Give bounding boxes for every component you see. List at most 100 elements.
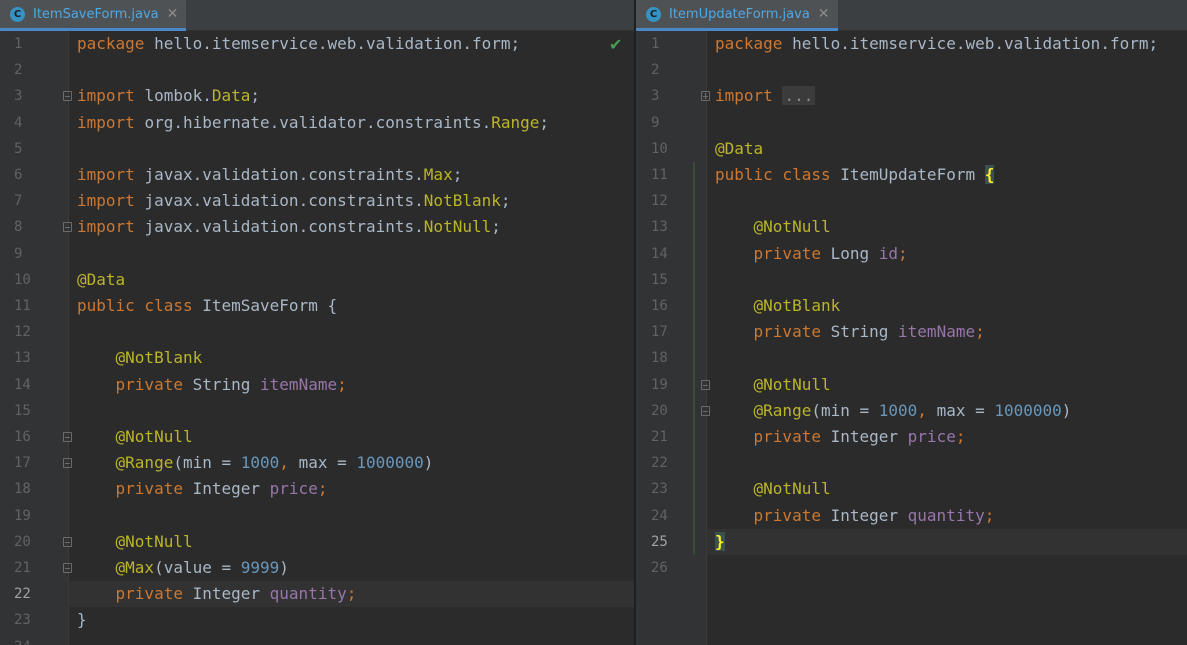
code-text: @Range(min = 1000, max = 1000000) xyxy=(715,398,1072,424)
code-line[interactable]: 15 xyxy=(0,398,634,424)
code-line[interactable]: 1 package hello.itemservice.web.validatio… xyxy=(636,31,1187,57)
code-line[interactable]: 9 xyxy=(636,110,1187,136)
code-line[interactable]: 10 @Data xyxy=(0,267,634,293)
code-line[interactable]: 24 xyxy=(0,634,634,645)
line-number: 25 xyxy=(651,533,668,550)
fold-collapse-icon[interactable] xyxy=(63,432,72,442)
code-token: ; xyxy=(975,322,985,342)
code-line[interactable]: 16 @NotNull xyxy=(0,424,634,450)
tab-item-update-form[interactable]: C ItemUpdateForm.java ✕ xyxy=(636,0,838,31)
code-line[interactable]: 13 @NotNull xyxy=(636,214,1187,240)
fold-collapse-icon[interactable] xyxy=(63,536,72,547)
fold-collapse-icon[interactable] xyxy=(63,458,72,469)
code-token: 1000000 xyxy=(994,400,1062,420)
code-line[interactable]: 14 private String itemName; xyxy=(0,372,634,398)
code-line[interactable]: 22 private Integer quantity; xyxy=(14,581,634,608)
code-line[interactable]: 2 xyxy=(636,57,1187,83)
code-line[interactable]: 1 package hello.itemservice.web.validatio… xyxy=(0,31,634,57)
code-line[interactable]: 10 @Data xyxy=(636,136,1187,162)
code-token: hello.itemservice.web.validation.form; xyxy=(792,34,1159,53)
code-text: @NotNull xyxy=(77,529,193,555)
line-number: 10 xyxy=(651,140,668,157)
close-icon[interactable]: ✕ xyxy=(818,6,830,22)
line-number: 9 xyxy=(651,114,660,131)
code-line[interactable]: 3 import lombok.Data; xyxy=(0,83,634,109)
code-line[interactable]: 19 xyxy=(0,503,634,529)
fold-collapse-icon[interactable] xyxy=(701,379,710,390)
code-line[interactable]: 11 public class ItemUpdateForm { xyxy=(636,162,1187,188)
code-line[interactable]: 5 xyxy=(0,136,634,162)
close-icon[interactable]: ✕ xyxy=(167,6,179,22)
code-line[interactable]: 13 @NotBlank xyxy=(0,345,634,371)
code-line[interactable]: 7 import javax.validation.constraints.Not… xyxy=(0,188,634,214)
code-line[interactable]: 18 private Integer price; xyxy=(0,476,634,502)
code-line[interactable]: 21 @Max(value = 9999) xyxy=(0,555,634,581)
ide-root: C ItemSaveForm.java ✕ ✔ 1 package hello.i… xyxy=(0,0,1187,645)
code-token: public class xyxy=(77,296,203,315)
code-token: itemName xyxy=(260,374,338,394)
code-token: , xyxy=(917,400,937,420)
code-line[interactable]: 2 xyxy=(0,57,634,83)
code-text: private Integer price; xyxy=(77,476,328,502)
code-line[interactable]: 26 xyxy=(636,555,1187,581)
fold-collapse-icon[interactable] xyxy=(701,405,710,416)
code-line[interactable]: 25} xyxy=(651,528,1187,555)
code-text: private Long id; xyxy=(715,241,908,267)
code-line[interactable]: 8 import javax.validation.constraints.Not… xyxy=(0,214,634,240)
code-token: org.hibernate.validator.constraints. xyxy=(144,112,492,132)
code-line[interactable]: 17 private String itemName; xyxy=(636,319,1187,345)
code-line[interactable]: 12 xyxy=(0,319,634,345)
fold-collapse-icon[interactable] xyxy=(63,91,72,102)
line-number: 20 xyxy=(651,402,668,419)
code-token: ItemSaveForm { xyxy=(202,296,338,315)
code-line[interactable]: 17 @Range(min = 1000, max = 1000000) xyxy=(0,450,634,476)
code-line[interactable]: 9 xyxy=(0,241,634,267)
line-number: 7 xyxy=(14,193,23,210)
fold-collapse-icon[interactable] xyxy=(63,222,72,233)
code-line[interactable]: 21 private Integer price; xyxy=(636,424,1187,450)
line-number: 21 xyxy=(651,429,668,445)
code-line[interactable]: 3 import ... xyxy=(636,83,1187,109)
code-line[interactable]: 18 xyxy=(636,345,1187,371)
code-line[interactable]: 20 @NotNull xyxy=(0,529,634,555)
fold-collapse-icon[interactable] xyxy=(63,563,72,573)
code-token: ) xyxy=(1061,400,1072,420)
code-line[interactable]: 22 xyxy=(636,450,1187,476)
code-text: package hello.itemservice.web.validation… xyxy=(715,31,1158,57)
line-number: 22 xyxy=(651,455,668,472)
code-line[interactable]: 23 @NotNull xyxy=(636,476,1187,502)
code-token: ; xyxy=(317,479,328,499)
code-line[interactable]: 12 xyxy=(636,188,1187,214)
code-line[interactable]: 6 import javax.validation.constraints.Max… xyxy=(0,162,634,188)
fold-expand-icon[interactable] xyxy=(701,91,710,102)
code-line[interactable]: 20 @Range(min = 1000, max = 1000000) xyxy=(636,398,1187,424)
code-token: javax.validation.constraints. xyxy=(144,217,424,237)
code-token: private xyxy=(115,374,193,394)
code-line[interactable]: 15 xyxy=(636,267,1187,293)
code-text: @Range(min = 1000, max = 1000000) xyxy=(77,450,434,476)
tab-item-save-form[interactable]: C ItemSaveForm.java ✕ xyxy=(0,0,187,31)
code-token: private xyxy=(753,427,831,446)
code-line[interactable]: 11 public class ItemSaveForm { xyxy=(0,293,634,319)
code-line[interactable]: 16 @NotBlank xyxy=(636,293,1187,319)
code-line[interactable]: 14 private Long id; xyxy=(636,241,1187,267)
code-text: public class ItemSaveForm { xyxy=(77,293,337,319)
code-line[interactable]: 19 @NotNull xyxy=(636,372,1187,398)
code-token: (min = xyxy=(173,453,241,473)
code-line[interactable]: 24 private Integer quantity; xyxy=(636,503,1187,529)
line-number: 24 xyxy=(651,507,668,524)
code-line[interactable]: 23} xyxy=(0,607,634,633)
code-editor-right[interactable]: 1 package hello.itemservice.web.validatio… xyxy=(636,31,1187,645)
code-token: @Max xyxy=(115,558,155,577)
line-number: 14 xyxy=(14,376,31,393)
line-number: 2 xyxy=(651,62,660,79)
code-token: ; xyxy=(452,165,463,184)
code-token: public class xyxy=(715,165,841,184)
code-editor-left[interactable]: ✔ 1 package hello.itemservice.web.validat… xyxy=(0,31,634,645)
code-line[interactable]: 4 import org.hibernate.validator.constrai… xyxy=(0,110,634,136)
code-token: private xyxy=(753,505,831,525)
code-token: } xyxy=(715,531,725,551)
